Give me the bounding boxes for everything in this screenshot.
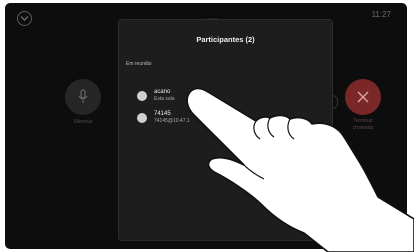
microphone-icon <box>78 89 88 103</box>
panel-title: Participantes (2) <box>196 35 255 44</box>
pointing-hand-illustration <box>186 87 414 252</box>
avatar <box>137 91 147 101</box>
back-button[interactable] <box>17 11 32 26</box>
chevron-down-icon <box>20 16 29 21</box>
participant-name: acano <box>154 89 171 95</box>
panel-peek-label: acano <box>207 16 218 21</box>
mute-button[interactable] <box>65 79 101 115</box>
section-label: Em reunião <box>126 61 152 67</box>
avatar <box>137 113 147 123</box>
mute-label: Silenciar <box>73 119 93 125</box>
photo-frame: 11:27 Silenciar Terminar chamada acano P… <box>0 0 414 252</box>
clock: 11:27 <box>371 10 391 19</box>
participant-name: 74145 <box>154 111 171 117</box>
participant-detail: Esta sala <box>154 96 175 102</box>
